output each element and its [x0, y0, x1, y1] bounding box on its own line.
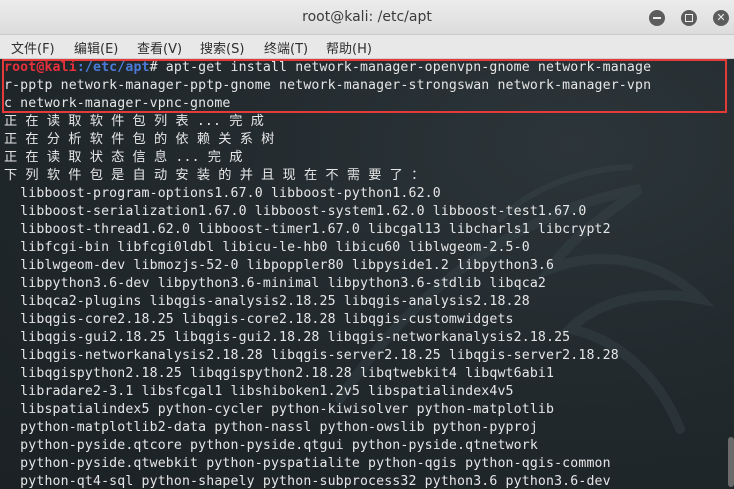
output-line: 正 在 读 取 软 件 包 列 表 ... 完 成 [4, 114, 264, 129]
output-line: libradare2-3.1 libsfcgal1 libshiboken1.2… [4, 384, 514, 399]
output-line: libboost-serialization1.67.0 libboost-sy… [4, 204, 587, 219]
terminal-scrollbar[interactable] [728, 59, 734, 489]
menu-bar: 文件(F) 编辑(E) 查看(V) 搜索(S) 终端(T) 帮助(H) [0, 35, 734, 59]
output-line: python-pyside.qtcore python-pyside.qtgui… [4, 438, 538, 453]
output-line: libboost-thread1.62.0 libboost-timer1.67… [4, 222, 611, 237]
output-line: libqgis-gui2.18.25 libqgis-gui2.18.28 li… [4, 330, 571, 345]
command-line-3: c network-manager-vpnc-gnome [4, 96, 231, 111]
output-line: 正 在 分 析 软 件 包 的 依 赖 关 系 树 [4, 132, 275, 147]
output-line: python-qt4-sql python-shapely python-sub… [4, 474, 611, 489]
menu-edit[interactable]: 编辑(E) [74, 38, 118, 57]
minimize-icon [653, 17, 661, 19]
output-line: liblwgeom-dev libmozjs-52-0 libpoppler80… [4, 258, 555, 273]
command-line-1: root@kali:/etc/apt# apt-get install netw… [4, 59, 651, 77]
prompt-user-host: root@kali [4, 60, 77, 75]
output-line: 正 在 读 取 状 态 信 息 ... 完 成 [4, 150, 243, 165]
output-line: 下 列 软 件 包 是 自 动 安 装 的 并 且 现 在 不 需 要 了 ： [4, 168, 425, 183]
command-line-2: r-pptp network-manager-pptp-gnome networ… [4, 78, 652, 93]
maximize-button[interactable] [681, 10, 697, 26]
output-line: libqgis-core2.18.25 libqgis-core2.18.28 … [4, 312, 514, 327]
output-line: python-pyside.qtwebkit python-pyspatiali… [4, 456, 611, 471]
output-line: libboost-program-options1.67.0 libboost-… [4, 186, 441, 201]
menu-view[interactable]: 查看(V) [137, 38, 182, 57]
output-line: libqgis-networkanalysis2.18.28 libqgis-s… [4, 348, 619, 363]
output-line: libqca2-plugins libqgis-analysis2.18.25 … [4, 294, 530, 309]
close-button[interactable]: ✕ [713, 10, 729, 26]
prompt-symbol: # [149, 60, 158, 75]
menu-file[interactable]: 文件(F) [11, 38, 55, 57]
close-icon: ✕ [716, 11, 726, 24]
output-line: libfcgi-bin libfcgi0ldbl libicu-le-hb0 l… [4, 240, 530, 255]
output-line: libqgispython2.18.25 libqgispython2.18.2… [4, 366, 555, 381]
scrollbar-thumb[interactable] [728, 437, 734, 487]
window-title: root@kali: /etc/apt [302, 9, 432, 25]
output-line: libpython3.6-dev libpython3.6-minimal li… [4, 276, 546, 291]
terminal-area[interactable]: root@kali:/etc/apt# apt-get install netw… [0, 59, 734, 489]
output-line: python-matplotlib2-data python-nassl pyt… [4, 420, 538, 435]
maximize-icon [685, 14, 693, 22]
menu-terminal[interactable]: 终端(T) [264, 38, 308, 57]
output-line: libspatialindex5 python-cycler python-ki… [4, 402, 555, 417]
title-bar[interactable]: root@kali: /etc/apt ✕ [0, 0, 734, 35]
prompt-path: :/etc/apt [76, 60, 150, 75]
menu-help[interactable]: 帮助(H) [326, 38, 372, 57]
menu-search[interactable]: 搜索(S) [200, 38, 244, 57]
minimize-button[interactable] [649, 10, 665, 26]
terminal-window: root@kali: /etc/apt ✕ 文件(F) 编辑(E) 查看(V) … [0, 0, 734, 489]
command-text-1: apt-get install network-manager-openvpn-… [157, 60, 652, 75]
